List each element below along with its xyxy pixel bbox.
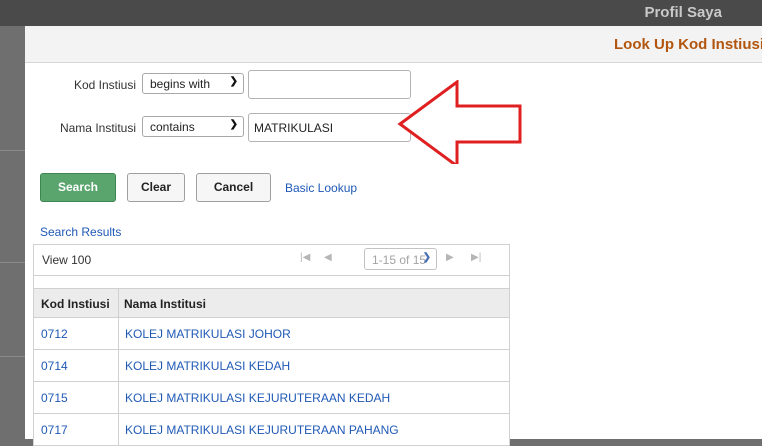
- table-row: 0715 KOLEJ MATRIKULASI KEJURUTERAAN KEDA…: [34, 382, 509, 414]
- previous-page-icon[interactable]: ◀: [324, 252, 332, 263]
- kod-instiusi-label: Kod Instiusi: [73, 78, 136, 92]
- page-range-value: 1-15 of 15: [372, 253, 427, 267]
- results-header-row: Kod Instiusi Nama Institusi: [34, 288, 509, 318]
- kod-instiusi-input[interactable]: [248, 70, 411, 99]
- clear-button[interactable]: Clear: [127, 173, 185, 202]
- nama-institusi-operator-select[interactable]: contains ❯: [142, 116, 244, 137]
- modal-title: Look Up Kod Instiusi: [614, 36, 762, 53]
- column-header-kod-instiusi[interactable]: Kod Instiusi: [41, 297, 110, 311]
- lookup-modal: Look Up Kod Instiusi Kod Instiusi begins…: [25, 26, 762, 446]
- search-results-grid: View 100 |◀ ◀ 1-15 of 15 ❯ ▶ ▶| Kod Inst…: [33, 244, 510, 446]
- annotation-arrow-icon: [397, 80, 522, 164]
- nama-institusi-input[interactable]: MATRIKULASI: [248, 113, 411, 142]
- row-kod-link[interactable]: 0715: [41, 391, 68, 405]
- row-kod-link[interactable]: 0712: [41, 327, 68, 341]
- row-nama-link[interactable]: KOLEJ MATRIKULASI KEJURUTERAAN KEDAH: [125, 391, 390, 405]
- basic-lookup-link[interactable]: Basic Lookup: [285, 181, 357, 195]
- background-left-strip: [0, 26, 25, 439]
- cancel-button[interactable]: Cancel: [196, 173, 271, 202]
- table-row: 0712 KOLEJ MATRIKULASI JOHOR: [34, 318, 509, 350]
- nama-institusi-operator-value: contains: [150, 120, 195, 134]
- arrow-shape: [397, 80, 522, 164]
- page-range-select[interactable]: 1-15 of 15 ❯: [364, 248, 437, 270]
- first-page-icon[interactable]: |◀: [300, 252, 310, 263]
- divider: [0, 150, 25, 151]
- row-nama-link[interactable]: KOLEJ MATRIKULASI KEJURUTERAAN PAHANG: [125, 423, 399, 437]
- table-row: 0714 KOLEJ MATRIKULASI KEDAH: [34, 350, 509, 382]
- view-100-link[interactable]: View 100: [42, 253, 91, 267]
- last-page-icon[interactable]: ▶|: [471, 252, 481, 263]
- divider: [0, 262, 25, 263]
- chevron-down-icon: ❯: [422, 252, 431, 263]
- results-toolbar: View 100 |◀ ◀ 1-15 of 15 ❯ ▶ ▶|: [34, 245, 509, 276]
- search-button[interactable]: Search: [40, 173, 116, 202]
- background-page-title: Profil Saya: [644, 4, 722, 21]
- row-kod-link[interactable]: 0717: [41, 423, 68, 437]
- next-page-icon[interactable]: ▶: [446, 252, 454, 263]
- chevron-down-icon: ❯: [229, 76, 238, 87]
- divider: [0, 356, 25, 357]
- column-header-nama-institusi[interactable]: Nama Institusi: [124, 297, 206, 311]
- nama-institusi-label: Nama Institusi: [59, 121, 136, 135]
- kod-instiusi-operator-select[interactable]: begins with ❯: [142, 73, 244, 94]
- chevron-down-icon: ❯: [229, 119, 238, 130]
- table-row: 0717 KOLEJ MATRIKULASI KEJURUTERAAN PAHA…: [34, 414, 509, 446]
- modal-header: Look Up Kod Instiusi: [25, 26, 762, 63]
- row-kod-link[interactable]: 0714: [41, 359, 68, 373]
- row-nama-link[interactable]: KOLEJ MATRIKULASI KEDAH: [125, 359, 290, 373]
- kod-instiusi-operator-value: begins with: [150, 77, 211, 91]
- column-divider: [118, 288, 119, 445]
- background-header: Profil Saya: [0, 0, 762, 26]
- row-nama-link[interactable]: KOLEJ MATRIKULASI JOHOR: [125, 327, 291, 341]
- search-results-label: Search Results: [40, 225, 122, 239]
